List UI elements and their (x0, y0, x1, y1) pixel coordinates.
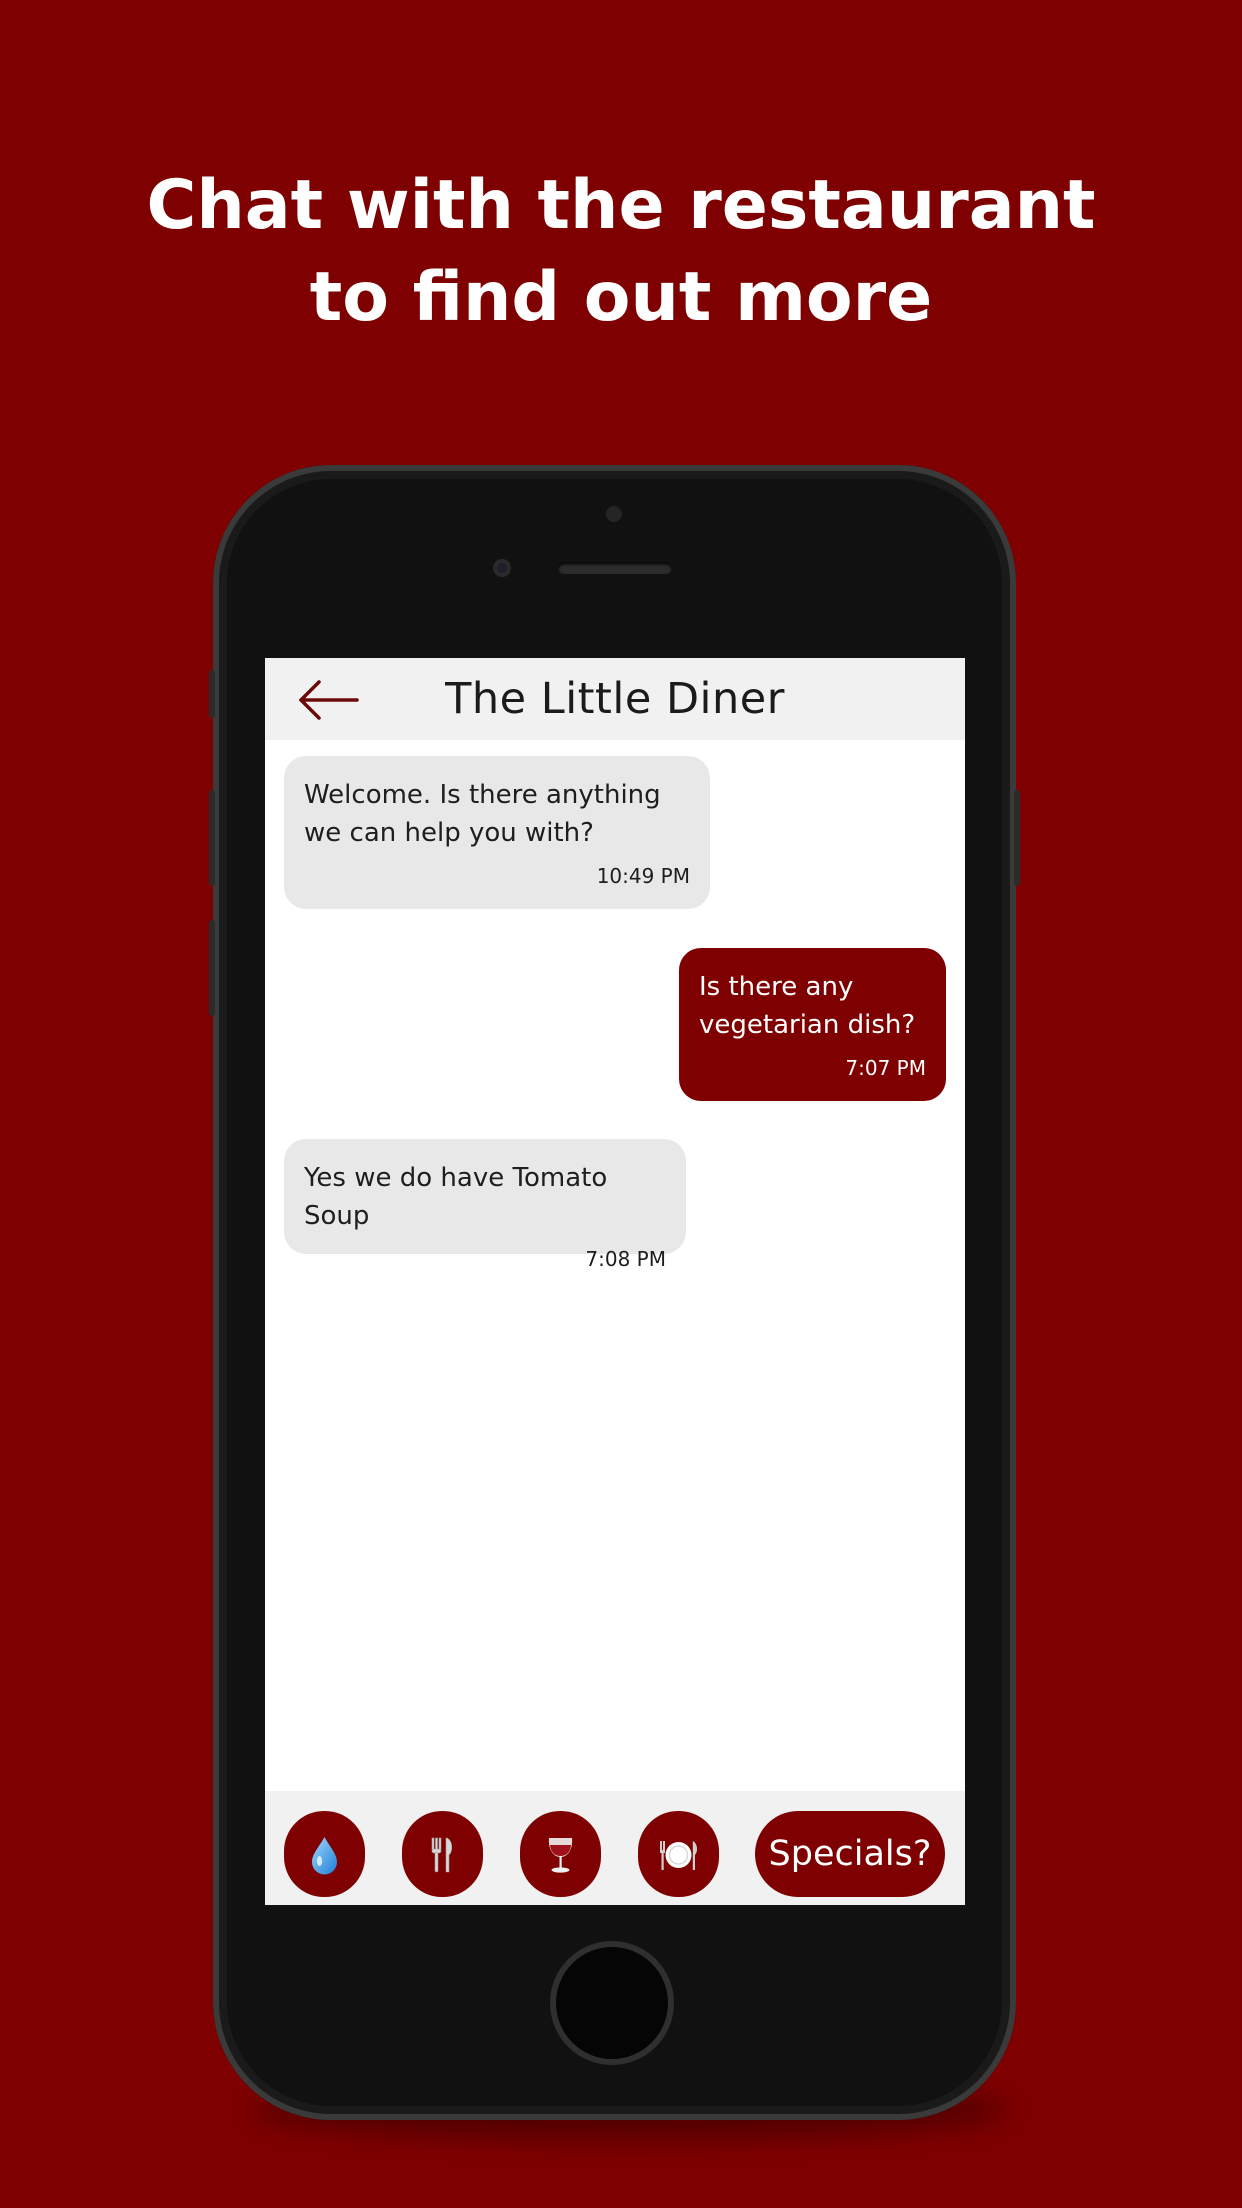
front-camera (493, 559, 511, 577)
message-text: Yes we do have Tomato Soup (304, 1163, 608, 1231)
wine-glass-icon (548, 1838, 573, 1873)
message-text: Is there any vegetarian dish? (699, 972, 916, 1040)
chat-title: The Little Diner (445, 674, 785, 724)
message-bubble-incoming: Yes we do have Tomato Soup 7:08 PM (284, 1139, 686, 1271)
promo-headline-line2: to find out more (309, 258, 933, 337)
message-timestamp: 10:49 PM (596, 864, 690, 888)
phone-silent-switch (209, 670, 215, 718)
water-drop-icon (312, 1837, 337, 1875)
chat-nav-bar: The Little Diner (265, 658, 965, 740)
specials-button[interactable]: Specials? (755, 1811, 945, 1897)
phone-volume-down (209, 920, 215, 1016)
promo-headline-line1: Chat with the restaurant (146, 166, 1096, 245)
fork-and-knife-icon (431, 1837, 453, 1873)
message-bubble-incoming: Welcome. Is there anything we can help y… (284, 756, 710, 909)
chat-screen: The Little Diner Welcome. Is there anyth… (265, 658, 965, 1905)
water-button[interactable] (284, 1811, 365, 1897)
plate-button[interactable] (638, 1811, 719, 1897)
quick-reply-bar: Specials? (265, 1791, 965, 1905)
message-text: Welcome. Is there anything we can help y… (304, 780, 661, 848)
phone-volume-up (209, 790, 215, 886)
home-button[interactable] (550, 1941, 674, 2065)
phone-earpiece (558, 562, 672, 574)
wine-button[interactable] (520, 1811, 601, 1897)
phone-sensor (606, 506, 622, 522)
phone-power-button (1014, 790, 1020, 886)
plate-icon (660, 1841, 698, 1870)
promo-headline: Chat with the restaurant to find out mor… (0, 160, 1242, 344)
message-bubble-outgoing: Is there any vegetarian dish? 7:07 PM (679, 948, 946, 1101)
cutlery-button[interactable] (402, 1811, 483, 1897)
message-timestamp: 7:08 PM (585, 1247, 666, 1271)
message-timestamp: 7:07 PM (845, 1056, 926, 1080)
